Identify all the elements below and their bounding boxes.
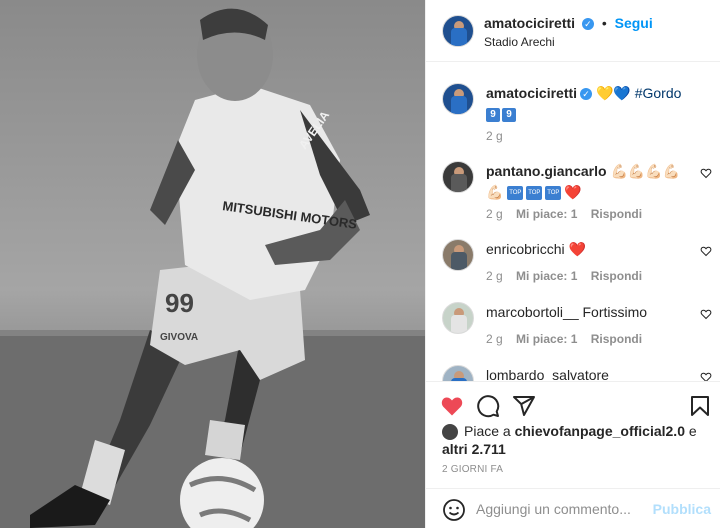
- heart-icon[interactable]: [440, 394, 464, 418]
- comment-item: marcobortoli__ Fortissimo 2 g Mi piace: …: [442, 302, 712, 352]
- comment-heart: ❤️: [564, 185, 582, 201]
- comment-icon[interactable]: [476, 394, 500, 418]
- post-date[interactable]: 2 GIORNI FA: [442, 464, 503, 475]
- commenter-avatar[interactable]: [442, 302, 474, 334]
- player-photo-illustration: MITSUBISHI MOTORS 99 GIVOVA AVELIA: [0, 0, 425, 528]
- comment-text: ❤️: [568, 242, 586, 258]
- comment-text: Fortissimo: [582, 304, 648, 320]
- author-avatar[interactable]: [442, 15, 474, 47]
- comment-like-heart-icon[interactable]: [700, 371, 712, 381]
- author-username[interactable]: amatociciretti: [484, 15, 575, 31]
- post-location[interactable]: Stadio Arechi: [484, 35, 555, 49]
- caption: amatociciretti ✓ 💛💙 #Gordo 99 2 g: [442, 83, 712, 153]
- liked-by-username[interactable]: chievofanpage_official2.0: [515, 423, 685, 439]
- add-comment-bar: Pubblica: [426, 488, 720, 528]
- commenter-username[interactable]: enricobricchi: [486, 241, 565, 257]
- commenter-avatar[interactable]: [442, 161, 474, 193]
- comments-list[interactable]: amatociciretti ✓ 💛💙 #Gordo 99 2 g pantano…: [426, 63, 720, 381]
- post-header: amatociciretti ✓ • Segui Stadio Arechi: [426, 0, 720, 62]
- number-tile: 9: [486, 108, 500, 123]
- comment-time[interactable]: 2 g: [486, 332, 503, 346]
- comment-time[interactable]: 2 g: [486, 207, 503, 221]
- comment-item: lombardo_salvatore: [442, 365, 712, 381]
- post-actions: Piace a chievofanpage_official2.0 e altr…: [426, 381, 720, 528]
- liker-avatar[interactable]: [442, 424, 458, 441]
- share-icon[interactable]: [512, 394, 536, 418]
- likes-others[interactable]: altri 2.711: [442, 441, 506, 457]
- commenter-avatar[interactable]: [442, 365, 474, 381]
- post-photo[interactable]: MITSUBISHI MOTORS 99 GIVOVA AVELIA: [0, 0, 425, 528]
- top-tile: TOP: [545, 186, 562, 201]
- verified-badge-icon: ✓: [580, 88, 593, 101]
- post-details-panel: amatociciretti ✓ • Segui Stadio Arechi a…: [425, 0, 720, 528]
- caption-username[interactable]: amatociciretti: [486, 85, 577, 101]
- caption-avatar[interactable]: [442, 83, 474, 115]
- likes-suffix: e: [688, 423, 697, 439]
- publish-button[interactable]: Pubblica: [653, 501, 711, 517]
- commenter-avatar[interactable]: [442, 239, 474, 271]
- comment-item: pantano.giancarlo 💪🏻💪🏻💪🏻💪🏻 💪🏻 TOP TOP TOP ❤…: [442, 161, 712, 223]
- comment-text-cont: 💪🏻: [486, 185, 504, 201]
- comment-likes[interactable]: Mi piace: 1: [516, 332, 577, 346]
- likes-summary: Piace a chievofanpage_official2.0 e altr…: [442, 422, 712, 458]
- comment-time[interactable]: 2 g: [486, 269, 503, 283]
- kit-brand: GIVOVA: [160, 332, 198, 343]
- comment-text: 💪🏻💪🏻💪🏻💪🏻: [610, 164, 681, 180]
- bookmark-icon[interactable]: [688, 394, 712, 418]
- separator-dot: •: [601, 15, 607, 31]
- reply-button[interactable]: Rispondi: [591, 207, 642, 221]
- top-tile: TOP: [526, 186, 543, 201]
- commenter-username[interactable]: marcobortoli__: [486, 304, 579, 320]
- commenter-username[interactable]: pantano.giancarlo: [486, 163, 607, 179]
- top-tile: TOP: [507, 186, 524, 201]
- jersey-number: 99: [165, 288, 194, 318]
- follow-button[interactable]: Segui: [615, 15, 653, 31]
- reply-button[interactable]: Rispondi: [591, 269, 642, 283]
- verified-badge-icon: ✓: [581, 18, 594, 31]
- comment-like-heart-icon[interactable]: [700, 167, 712, 179]
- comment-input[interactable]: [476, 497, 646, 521]
- commenter-username[interactable]: lombardo_salvatore: [486, 367, 609, 381]
- comment-likes[interactable]: Mi piace: 1: [516, 207, 577, 221]
- hashtag-link[interactable]: #Gordo: [635, 85, 682, 101]
- number-tile: 9: [502, 108, 516, 123]
- smile-icon[interactable]: [442, 498, 466, 522]
- caption-time[interactable]: 2 g: [486, 129, 503, 143]
- caption-hearts: 💛💙: [595, 86, 631, 102]
- likes-prefix: Piace a: [464, 423, 511, 439]
- reply-button[interactable]: Rispondi: [591, 332, 642, 346]
- comment-likes[interactable]: Mi piace: 1: [516, 269, 577, 283]
- comment-like-heart-icon[interactable]: [700, 308, 712, 320]
- comment-item: enricobricchi ❤️ 2 g Mi piace: 1 Rispond…: [442, 239, 712, 289]
- comment-like-heart-icon[interactable]: [700, 245, 712, 257]
